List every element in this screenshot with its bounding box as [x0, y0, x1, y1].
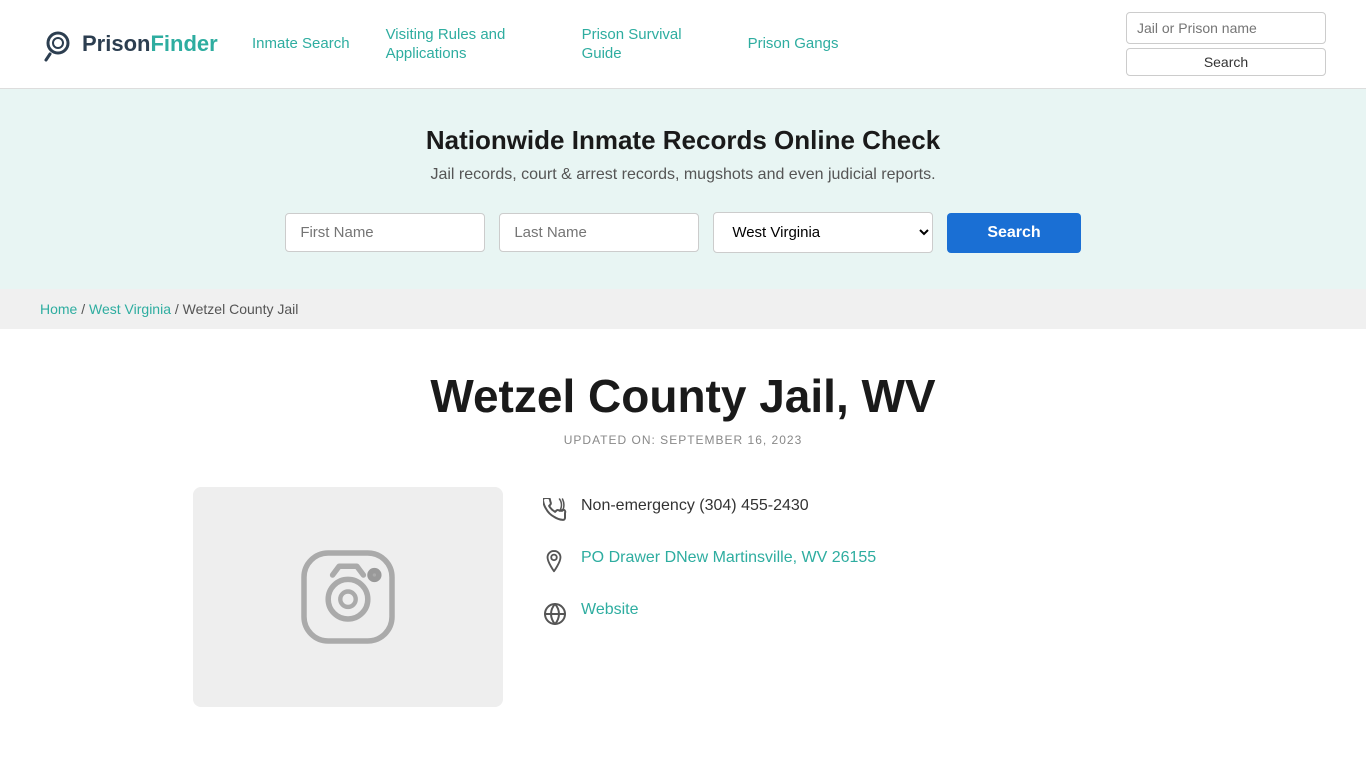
website-row: Website [543, 601, 1173, 631]
breadcrumb: Home / West Virginia / Wetzel County Jai… [0, 289, 1366, 329]
address-link[interactable]: PO Drawer DNew Martinsville, WV 26155 [581, 549, 876, 567]
jail-info-wrapper: Non-emergency (304) 455-2430 PO Drawer D… [193, 487, 1173, 707]
jail-title: Wetzel County Jail, WV [193, 369, 1173, 423]
breadcrumb-state[interactable]: West Virginia [89, 301, 171, 317]
last-name-input[interactable] [499, 213, 699, 252]
breadcrumb-sep1: / [81, 301, 89, 317]
camera-icon [293, 542, 403, 652]
breadcrumb-sep2: / [175, 301, 183, 317]
phone-row: Non-emergency (304) 455-2430 [543, 497, 1173, 527]
nav-inmate-search[interactable]: Inmate Search [252, 34, 350, 54]
phone-text: Non-emergency (304) 455-2430 [581, 497, 809, 515]
main-nav: Inmate Search Visiting Rules and Applica… [252, 25, 1094, 64]
globe-icon [543, 602, 567, 631]
site-header: PrisonFinder Inmate Search Visiting Rule… [0, 0, 1366, 89]
jail-details: Non-emergency (304) 455-2430 PO Drawer D… [543, 487, 1173, 631]
hero-subtitle: Jail records, court & arrest records, mu… [40, 166, 1326, 184]
nav-search-button[interactable]: Search [1126, 48, 1326, 76]
state-select[interactable]: AlabamaAlaskaArizonaArkansasCaliforniaCo… [713, 212, 933, 253]
nav-prison-gangs[interactable]: Prison Gangs [748, 34, 839, 54]
nav-prison-survival[interactable]: Prison Survival Guide [582, 25, 712, 64]
hero-title: Nationwide Inmate Records Online Check [40, 125, 1326, 156]
inmate-search-form: AlabamaAlaskaArizonaArkansasCaliforniaCo… [40, 212, 1326, 253]
logo[interactable]: PrisonFinder [40, 26, 220, 62]
nav-search-area: Search [1126, 12, 1326, 76]
nav-jail-search-input[interactable] [1126, 12, 1326, 44]
website-link[interactable]: Website [581, 601, 639, 619]
phone-icon [543, 498, 567, 527]
first-name-input[interactable] [285, 213, 485, 252]
location-icon [543, 550, 567, 579]
breadcrumb-home[interactable]: Home [40, 301, 77, 317]
jail-image-placeholder [193, 487, 503, 707]
logo-prison: Prison [82, 31, 150, 56]
address-row: PO Drawer DNew Martinsville, WV 26155 [543, 549, 1173, 579]
hero-search-button[interactable]: Search [947, 213, 1080, 253]
logo-finder: Finder [150, 31, 217, 56]
nav-visiting-rules[interactable]: Visiting Rules and Applications [386, 25, 546, 64]
updated-date: UPDATED ON: SEPTEMBER 16, 2023 [193, 433, 1173, 447]
hero-section: Nationwide Inmate Records Online Check J… [0, 89, 1366, 289]
main-content: Wetzel County Jail, WV UPDATED ON: SEPTE… [133, 329, 1233, 747]
breadcrumb-jail: Wetzel County Jail [183, 301, 299, 317]
